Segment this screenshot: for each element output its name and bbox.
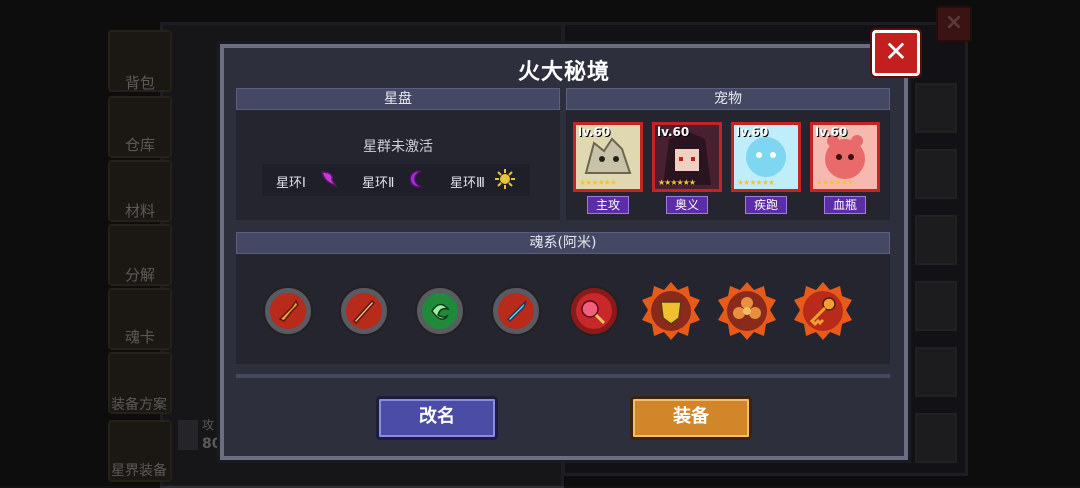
pet-level: lv.60 (736, 125, 769, 139)
star-ring-3-label: 星环Ⅲ (450, 176, 485, 191)
pet-level: lv.60 (578, 125, 611, 139)
fire-sword-icon[interactable] (490, 285, 542, 337)
section-divider (236, 374, 890, 378)
pet-role-tag: 血瓶 (824, 196, 866, 214)
pet-section-header: 宠物 (566, 88, 890, 110)
pet-stars: ★★★★★★ (737, 178, 775, 187)
pet-level: lv.60 (815, 125, 848, 139)
star-ring-1-label: 星环Ⅰ (276, 176, 306, 191)
soul-section-header: 魂系(阿米) (236, 232, 890, 254)
pet-slot-1[interactable]: lv.60 ★★★★★★ (573, 122, 643, 192)
rename-button[interactable]: 改名 (376, 396, 498, 440)
star-section-header: 星盘 (236, 88, 560, 110)
pet-role-tag: 主攻 (587, 196, 629, 214)
pet-stars: ★★★★★★ (579, 178, 617, 187)
fire-blade-icon[interactable] (338, 285, 390, 337)
close-icon: ✕ (884, 35, 908, 68)
pet-slot-4[interactable]: lv.60 ★★★★★★ (810, 122, 880, 192)
gold-shield-icon[interactable] (640, 280, 702, 342)
star-status-text: 星群未激活 (363, 139, 433, 155)
pet-stars: ★★★★★★ (658, 178, 696, 187)
dialog-title: 火大秘境 (517, 60, 610, 85)
flame-key-icon[interactable] (792, 280, 854, 342)
pet-slot-3[interactable]: lv.60 ★★★★★★ (731, 122, 801, 192)
fire-axe-icon[interactable] (262, 285, 314, 337)
purple-hook-icon[interactable] (318, 168, 340, 190)
pet-stars: ★★★★★★ (816, 178, 854, 187)
flame-cross-icon[interactable] (716, 280, 778, 342)
pet-role-tag: 疾跑 (745, 196, 787, 214)
close-button[interactable]: ✕ (872, 30, 920, 76)
purple-crescent-icon[interactable] (406, 168, 428, 190)
green-emblem-icon[interactable] (414, 285, 466, 337)
equip-button[interactable]: 装备 (630, 396, 752, 440)
pet-role-tag: 奥义 (666, 196, 708, 214)
pet-level: lv.60 (657, 125, 690, 139)
star-ring-2-label: 星环Ⅱ (362, 176, 395, 191)
pet-slot-2[interactable]: lv.60 ★★★★★★ (652, 122, 722, 192)
red-orb-icon[interactable] (568, 285, 620, 337)
golden-sun-icon[interactable] (494, 168, 516, 190)
